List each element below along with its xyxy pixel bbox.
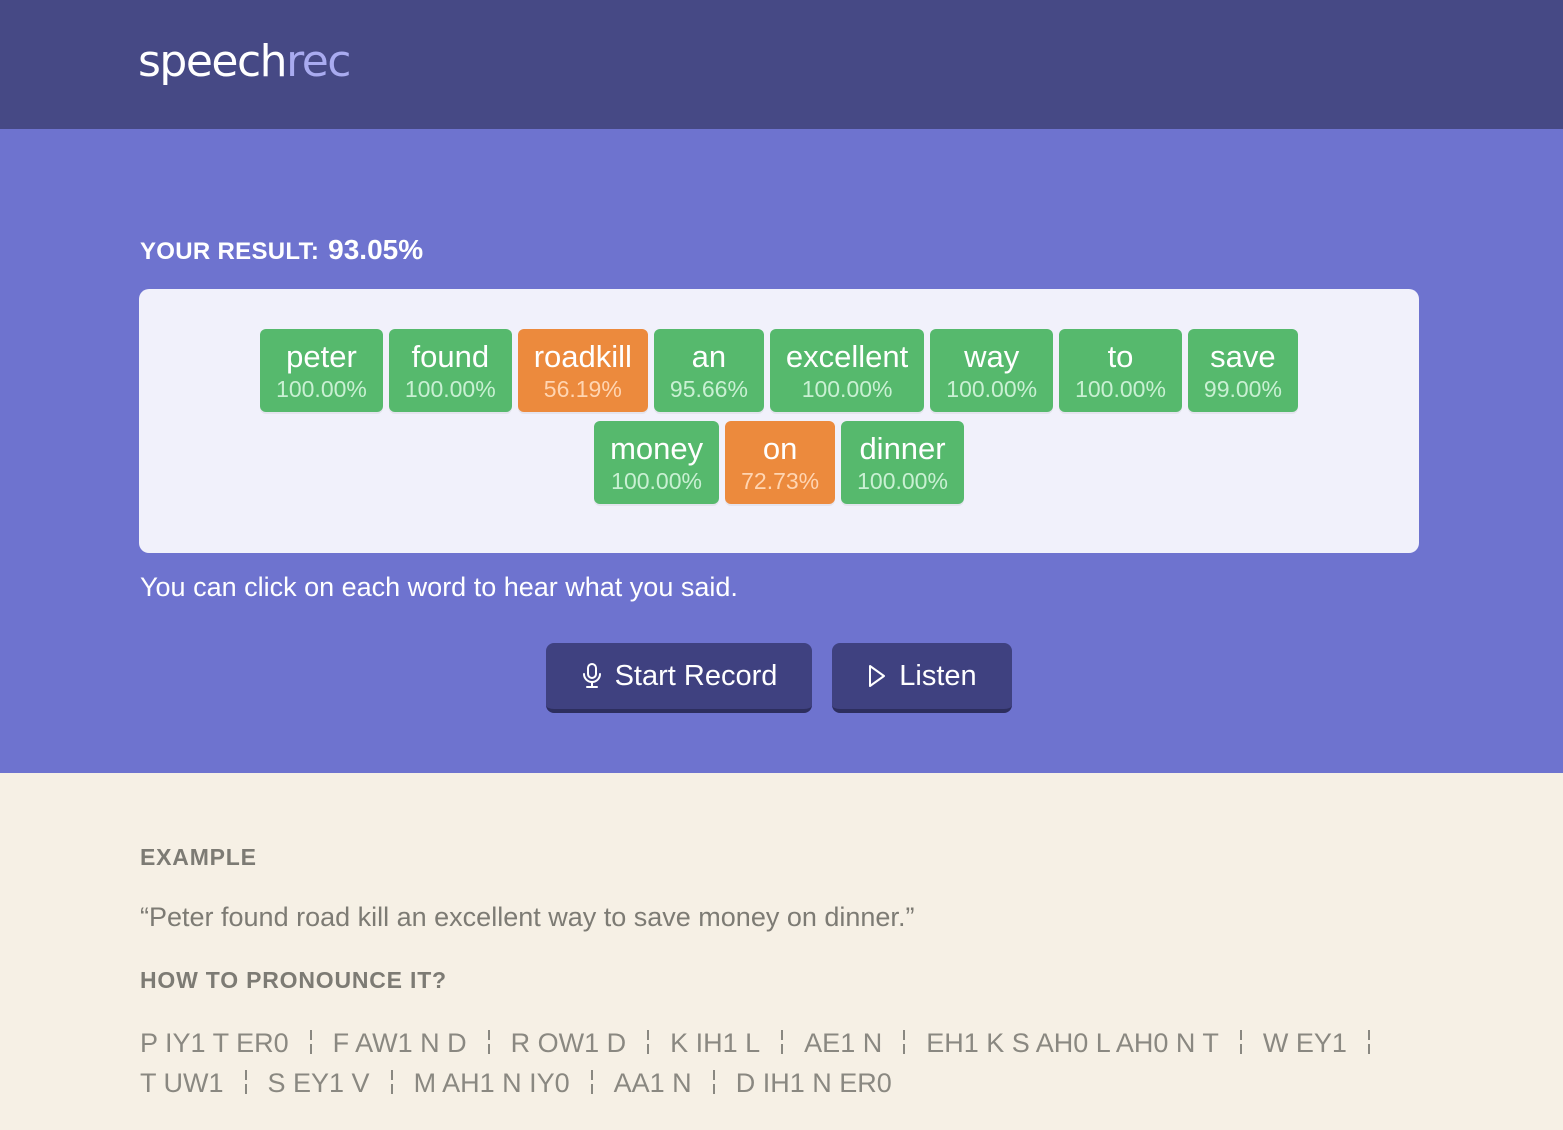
phoneme-group: F AW1 N D [332,1028,467,1058]
word-text: to [1107,339,1134,374]
phoneme-group: K IH1 L [670,1028,761,1058]
word-score: 100.00% [801,376,893,402]
logo-main-text: speech [138,36,288,87]
pronounce-label: HOW TO PRONOUNCE IT? [140,967,447,993]
hint-text: You can click on each word to hear what … [140,572,738,602]
phoneme-separator [390,1070,393,1096]
word-score: 100.00% [946,376,1038,402]
word-chip-roadkill[interactable]: roadkill 56.19% [517,329,648,412]
word-chip-to[interactable]: to 100.00% [1059,329,1182,412]
word-score: 100.00% [404,376,496,402]
phoneme-group: D IH1 N ER0 [735,1068,892,1098]
word-chip-way[interactable]: way 100.00% [930,329,1054,412]
example-sentence: “Peter found road kill an excellent way … [140,902,915,932]
word-text: dinner [859,431,946,466]
result-score: 93.05% [328,234,424,265]
result-section: YOUR RESULT: 93.05% peter 100.00% found 100… [0,129,1563,773]
phoneme-separator [1367,1030,1370,1056]
word-chip-excellent[interactable]: excellent 100.00% [769,329,925,412]
word-chip-money[interactable]: money 100.00% [594,421,720,504]
phoneme-separator [1239,1030,1242,1056]
start-record-button[interactable]: Start Record [546,643,812,713]
word-text: money [610,431,704,466]
phoneme-group: S EY1 V [267,1068,370,1098]
word-text: found [411,339,490,374]
result-heading: YOUR RESULT: 93.05% [140,235,423,267]
phoneme-group: EH1 K S AH0 L AH0 N T [926,1028,1219,1058]
phoneme-group: AE1 N [804,1028,883,1058]
start-record-label: Start Record [614,659,778,692]
phoneme-list: P IY1 T ER0 F AW1 N D R OW1 D K IH1 L AE1 N E… [140,1023,1430,1103]
microphone-icon [581,662,603,690]
word-score: 100.00% [611,468,702,494]
phoneme-group: M AH1 N IY0 [413,1068,570,1098]
phoneme-separator [903,1030,906,1056]
word-chip-save[interactable]: save 99.00% [1187,329,1298,412]
word-text: an [691,339,727,374]
logo-accent-text: rec [286,36,351,87]
word-chip-peter[interactable]: peter 100.00% [260,329,383,412]
word-score: 99.00% [1203,376,1282,402]
word-text: excellent [785,339,909,374]
app-logo[interactable]: speechrec [138,34,351,90]
word-chip-found[interactable]: found 100.00% [388,329,512,412]
play-icon [867,664,887,688]
phoneme-group: AA1 N [613,1068,692,1098]
word-text: way [964,339,1020,374]
word-score: 100.00% [857,468,948,494]
word-score: 100.00% [1075,376,1166,402]
phoneme-separator [647,1030,650,1056]
word-scores-card: peter 100.00% found 100.00% roadkill 56.19% an… [139,289,1419,553]
word-text: save [1210,339,1276,374]
phoneme-separator [781,1030,784,1056]
phoneme-separator [712,1070,715,1096]
listen-label: Listen [899,659,977,692]
phoneme-separator [590,1070,593,1096]
word-score: 95.66% [669,376,748,402]
phoneme-group: R OW1 D [510,1028,627,1058]
top-header: speechrec [0,0,1563,129]
word-chip-an[interactable]: an 95.66% [653,329,764,412]
result-label: YOUR RESULT: [140,238,320,265]
word-chip-on[interactable]: on 72.73% [725,421,836,504]
word-text: on [762,431,798,466]
word-text: peter [286,339,357,374]
word-text: roadkill [533,339,632,374]
phoneme-separator [244,1070,247,1096]
example-section: EXAMPLE “Peter found road kill an excell… [0,773,1563,1130]
word-score: 100.00% [276,376,367,402]
phoneme-separator [487,1030,490,1056]
word-score: 72.73% [741,468,820,494]
phoneme-group: T UW1 [140,1068,224,1098]
phoneme-group: W EY1 [1262,1028,1347,1058]
word-chip-dinner[interactable]: dinner 100.00% [841,421,964,504]
phoneme-group: P IY1 T ER0 [140,1028,289,1058]
listen-button[interactable]: Listen [832,643,1012,713]
phoneme-separator [309,1030,312,1056]
example-label: EXAMPLE [140,844,257,870]
word-score: 56.19% [543,376,622,402]
